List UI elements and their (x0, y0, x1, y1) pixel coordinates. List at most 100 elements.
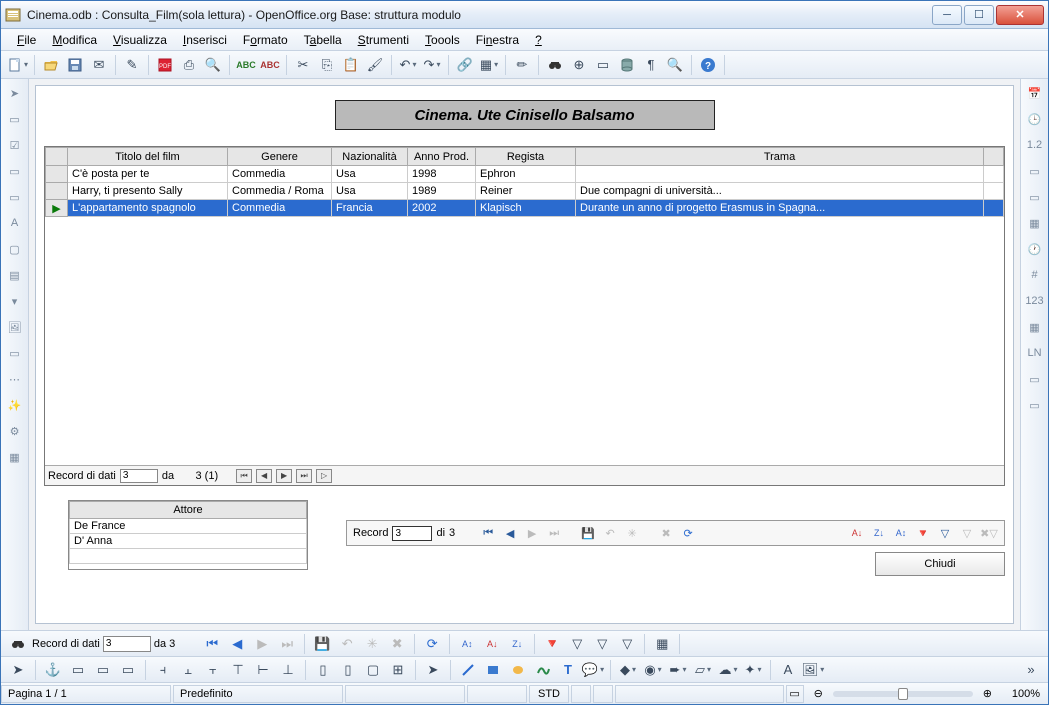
mail-button[interactable]: ✉ (88, 54, 110, 76)
col-regista[interactable]: Regista (476, 148, 576, 166)
select-icon[interactable]: ➤ (7, 659, 29, 681)
tablecontrol-icon[interactable]: ▦ (1025, 213, 1045, 233)
wrap2-icon[interactable]: ▭ (92, 659, 114, 681)
spellcheck-button[interactable]: ABC (235, 54, 257, 76)
table-row[interactable]: C'è posta per teCommediaUsa1998Ephron (46, 166, 1004, 183)
film-grid[interactable]: Titolo del film Genere Nazionalità Anno … (44, 146, 1005, 486)
imagebtn-icon[interactable]: 🖼 (5, 317, 25, 337)
removefilter-icon[interactable]: ▽ (958, 524, 976, 542)
align6-icon[interactable]: ⊥ (277, 659, 299, 681)
menu-inserisci[interactable]: Inserisci (175, 31, 235, 49)
autofilter-icon[interactable]: 🔻 (914, 524, 932, 542)
bnav-sort[interactable]: A↕ (456, 633, 478, 655)
datefield-icon[interactable]: 📅 (1025, 83, 1045, 103)
stars-icon[interactable]: ✦ (742, 659, 764, 681)
rec-undo-button[interactable]: ↶ (601, 524, 619, 542)
back-icon[interactable]: ▯ (337, 659, 359, 681)
cut-button[interactable]: ✂ (292, 54, 314, 76)
fontwork-icon[interactable]: A (777, 659, 799, 681)
binoculars-icon[interactable] (544, 54, 566, 76)
sort-asc-icon[interactable]: A↓ (848, 524, 866, 542)
table-button[interactable]: ▦ (478, 54, 500, 76)
actor-grid[interactable]: Attore De France D' Anna (68, 500, 308, 570)
line-icon[interactable] (457, 659, 479, 681)
preview-button[interactable]: 🔍 (202, 54, 224, 76)
menu-help[interactable]: ? (527, 31, 550, 49)
shapes1-icon[interactable]: ◆ (617, 659, 639, 681)
formfilter-icon[interactable]: ✖▽ (980, 524, 998, 542)
bnav-save[interactable]: 💾 (311, 633, 333, 655)
pushbutton-icon[interactable]: ▭ (5, 109, 25, 129)
nonprint-button[interactable]: ¶ (640, 54, 662, 76)
numfield-icon[interactable]: 1.2 (1025, 135, 1045, 155)
bnav-new[interactable]: ✳ (361, 633, 383, 655)
pointer-icon[interactable]: ➤ (5, 83, 25, 103)
zoom-slider[interactable] (833, 691, 973, 697)
print-button[interactable]: ⎙ (178, 54, 200, 76)
bnav-applyfilter[interactable]: ▽ (566, 633, 588, 655)
arrows-icon[interactable]: ➨ (667, 659, 689, 681)
align1-icon[interactable]: ⫞ (152, 659, 174, 681)
status-sig[interactable] (593, 685, 613, 703)
rec-prev-button[interactable]: ◀ (501, 524, 519, 542)
listbox-icon[interactable]: ▤ (5, 265, 25, 285)
imagectrl-icon[interactable]: ▭ (5, 343, 25, 363)
callouts-icon[interactable]: ☁ (717, 659, 739, 681)
status-style[interactable]: Predefinito (173, 685, 343, 703)
menu-visualizza[interactable]: Visualizza (105, 31, 175, 49)
rec-save-button[interactable]: 💾 (579, 524, 597, 542)
status-lang[interactable] (345, 685, 465, 703)
close-button[interactable]: ✕ (996, 5, 1044, 25)
save-button[interactable] (64, 54, 86, 76)
bnav-formfilter[interactable]: ▽ (591, 633, 613, 655)
bnav-sort-asc[interactable]: A↓ (481, 633, 503, 655)
border-icon[interactable]: ▢ (362, 659, 384, 681)
freeform-icon[interactable] (532, 659, 554, 681)
copy-button[interactable]: ⎘ (316, 54, 338, 76)
bnav-delete[interactable]: ✖ (386, 633, 408, 655)
rec-first-button[interactable]: ⏮ (479, 524, 497, 542)
sort-custom-icon[interactable]: A↕ (892, 524, 910, 542)
record-input[interactable] (392, 526, 432, 541)
status-mode[interactable]: STD (529, 685, 569, 703)
status-view-icon[interactable]: ▭ (786, 685, 804, 703)
shapes2-icon[interactable]: ◉ (642, 659, 664, 681)
timefield-icon[interactable]: 🕒 (1025, 109, 1045, 129)
bnav-undo[interactable]: ↶ (336, 633, 358, 655)
grid-icon[interactable]: ⊞ (387, 659, 409, 681)
spinbtn-icon[interactable]: ▭ (1025, 369, 1045, 389)
close-form-button[interactable]: Chiudi (875, 552, 1005, 576)
combobox-icon[interactable]: ▾ (5, 291, 25, 311)
navigator-button[interactable]: ⊕ (568, 54, 590, 76)
zoom-button[interactable]: 🔍 (664, 54, 686, 76)
front-icon[interactable]: ▯ (312, 659, 334, 681)
find-icon[interactable] (7, 633, 29, 655)
row-header-corner[interactable] (46, 148, 68, 166)
ellipse-icon[interactable] (507, 659, 529, 681)
rect-icon[interactable] (482, 659, 504, 681)
nav-prev-button[interactable]: ◀ (256, 469, 272, 483)
count-icon[interactable]: 123 (1025, 291, 1045, 311)
paste-button[interactable]: 📋 (340, 54, 362, 76)
flowchart-icon[interactable]: ▱ (692, 659, 714, 681)
menu-formato[interactable]: Formato (235, 31, 296, 49)
sort-desc-icon[interactable]: Z↓ (870, 524, 888, 542)
scrollbar-icon[interactable]: ▭ (1025, 395, 1045, 415)
nav-current-input[interactable] (120, 469, 158, 483)
maximize-button[interactable]: ☐ (964, 5, 994, 25)
pattern-icon[interactable]: ▭ (1025, 187, 1045, 207)
bnav-first[interactable]: ⏮ (201, 633, 223, 655)
bnav-next[interactable]: ▶ (251, 633, 273, 655)
bnav-sort-desc[interactable]: Z↓ (506, 633, 528, 655)
link-button[interactable]: 🔗 (454, 54, 476, 76)
redo-button[interactable]: ↷ (421, 54, 443, 76)
nav-first-button[interactable]: ⏮ (236, 469, 252, 483)
toolbar-overflow-icon[interactable]: » (1020, 659, 1042, 681)
autospell-button[interactable]: ABC (259, 54, 281, 76)
open-button[interactable] (40, 54, 62, 76)
filter-icon[interactable]: ▽ (936, 524, 954, 542)
navctrl-icon[interactable]: LN (1025, 343, 1045, 363)
rec-last-button[interactable]: ⏭ (545, 524, 563, 542)
menu-file[interactable]: File (9, 31, 44, 49)
edit-button[interactable]: ✎ (121, 54, 143, 76)
